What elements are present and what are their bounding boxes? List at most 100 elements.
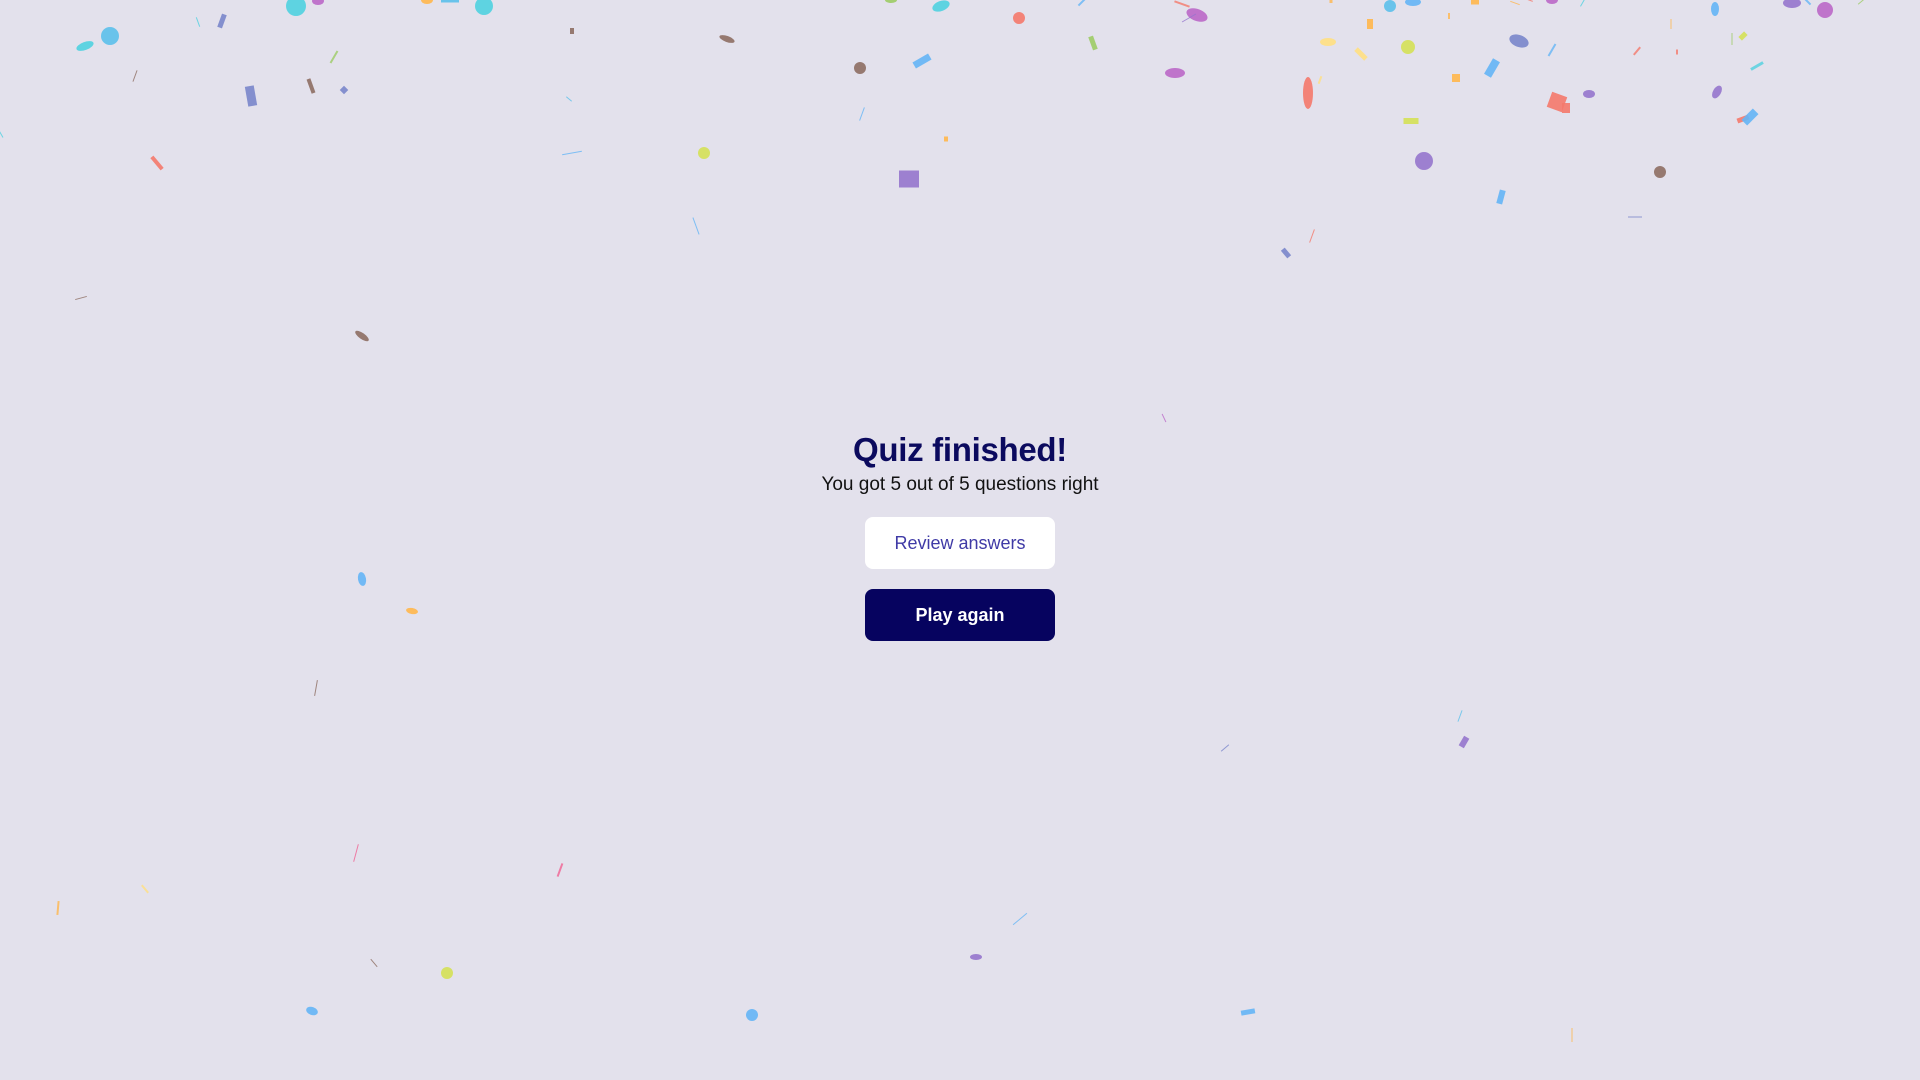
confetti-piece bbox=[286, 0, 306, 16]
confetti-piece bbox=[132, 70, 138, 82]
confetti-piece bbox=[1583, 90, 1595, 98]
confetti-piece bbox=[1405, 0, 1421, 6]
confetti-piece bbox=[556, 863, 564, 877]
confetti-piece bbox=[1186, 8, 1208, 22]
confetti-piece bbox=[1670, 19, 1672, 29]
confetti-piece bbox=[562, 150, 582, 156]
confetti-piece bbox=[1280, 247, 1292, 259]
confetti-piece bbox=[1633, 46, 1641, 56]
confetti-piece bbox=[1471, 0, 1479, 5]
confetti-piece bbox=[1496, 189, 1506, 205]
confetti-piece bbox=[1546, 0, 1558, 4]
confetti-piece bbox=[1458, 735, 1470, 749]
confetti-piece bbox=[312, 0, 324, 5]
confetti-piece bbox=[1783, 0, 1801, 8]
confetti-piece bbox=[1240, 1008, 1256, 1016]
confetti-piece bbox=[1384, 0, 1396, 12]
confetti-piece bbox=[441, 0, 459, 3]
quiz-result-screen: Quiz finished! You got 5 out of 5 questi… bbox=[0, 0, 1920, 1080]
confetti-piece bbox=[1013, 12, 1025, 24]
confetti-piece bbox=[441, 967, 453, 979]
confetti-piece bbox=[370, 958, 378, 968]
confetti-piece bbox=[150, 155, 164, 171]
confetti-piece bbox=[1320, 38, 1336, 46]
confetti-piece bbox=[357, 572, 367, 586]
result-title: Quiz finished! bbox=[853, 431, 1067, 468]
review-answers-button[interactable]: Review answers bbox=[865, 517, 1055, 570]
confetti-piece bbox=[1309, 229, 1315, 243]
confetti-piece bbox=[1088, 35, 1098, 51]
confetti-piece bbox=[141, 884, 149, 894]
confetti-piece bbox=[56, 900, 60, 916]
confetti-piece bbox=[475, 0, 493, 15]
confetti-piece bbox=[1181, 13, 1197, 23]
confetti-piece bbox=[932, 0, 950, 12]
confetti-piece bbox=[421, 0, 433, 4]
confetti-piece bbox=[859, 107, 865, 121]
score-summary: You got 5 out of 5 questions right bbox=[821, 474, 1099, 496]
confetti-piece bbox=[1174, 0, 1190, 8]
confetti-piece bbox=[854, 62, 866, 74]
confetti-piece bbox=[1448, 13, 1450, 19]
confetti-piece bbox=[339, 85, 349, 95]
confetti-piece bbox=[0, 130, 4, 138]
confetti-piece bbox=[1303, 77, 1313, 109]
confetti-piece bbox=[1654, 166, 1666, 178]
confetti-piece bbox=[306, 1006, 318, 1016]
confetti-piece bbox=[1401, 40, 1415, 54]
confetti-piece bbox=[899, 170, 919, 188]
confetti-piece bbox=[1741, 108, 1759, 126]
confetti-piece bbox=[746, 1009, 758, 1021]
play-again-button[interactable]: Play again bbox=[865, 589, 1055, 642]
confetti-piece bbox=[1750, 61, 1764, 71]
confetti-piece bbox=[1165, 68, 1185, 78]
confetti-piece bbox=[698, 147, 710, 159]
confetti-piece bbox=[944, 136, 948, 142]
confetti-piece bbox=[1580, 0, 1586, 7]
confetti-piece bbox=[406, 607, 418, 615]
confetti-piece bbox=[570, 28, 574, 34]
confetti-piece bbox=[76, 41, 94, 51]
confetti-piece bbox=[1452, 74, 1460, 82]
confetti-piece bbox=[244, 85, 258, 107]
confetti-piece bbox=[75, 295, 87, 301]
confetti-piece bbox=[1457, 710, 1463, 722]
confetti-piece bbox=[1802, 0, 1812, 6]
confetti-piece bbox=[1525, 0, 1533, 2]
result-panel: Quiz finished! You got 5 out of 5 questi… bbox=[760, 431, 1160, 642]
confetti-piece bbox=[1676, 49, 1678, 55]
confetti-piece bbox=[1403, 118, 1419, 124]
confetti-piece bbox=[1329, 0, 1333, 3]
confetti-piece bbox=[1712, 85, 1722, 99]
confetti-piece bbox=[355, 330, 369, 342]
confetti-piece bbox=[912, 53, 932, 69]
confetti-piece bbox=[1571, 1028, 1573, 1042]
confetti-piece bbox=[353, 844, 359, 862]
confetti-piece bbox=[1510, 0, 1520, 6]
confetti-piece bbox=[1547, 43, 1557, 57]
confetti-piece bbox=[1857, 0, 1867, 5]
confetti-piece bbox=[1012, 912, 1028, 926]
confetti-piece bbox=[1077, 0, 1087, 7]
confetti-piece bbox=[314, 680, 318, 696]
confetti-piece bbox=[1509, 34, 1529, 48]
confetti-piece bbox=[1731, 33, 1733, 45]
confetti-piece bbox=[1736, 114, 1750, 124]
confetti-piece bbox=[306, 78, 316, 94]
confetti-piece bbox=[329, 50, 339, 64]
confetti-piece bbox=[1317, 75, 1323, 85]
confetti-piece bbox=[1367, 19, 1373, 29]
confetti-piece bbox=[1562, 103, 1570, 113]
confetti-piece bbox=[1738, 31, 1748, 41]
confetti-piece bbox=[101, 27, 119, 45]
confetti-piece bbox=[1220, 744, 1230, 752]
confetti-piece bbox=[1354, 47, 1368, 61]
confetti-piece bbox=[565, 96, 573, 102]
confetti-piece bbox=[1415, 152, 1433, 170]
confetti-piece bbox=[1484, 58, 1500, 78]
confetti-piece bbox=[692, 217, 700, 235]
confetti-piece bbox=[1817, 2, 1833, 18]
confetti-piece bbox=[195, 17, 201, 27]
confetti-piece bbox=[885, 0, 897, 3]
confetti-piece bbox=[1161, 413, 1167, 423]
